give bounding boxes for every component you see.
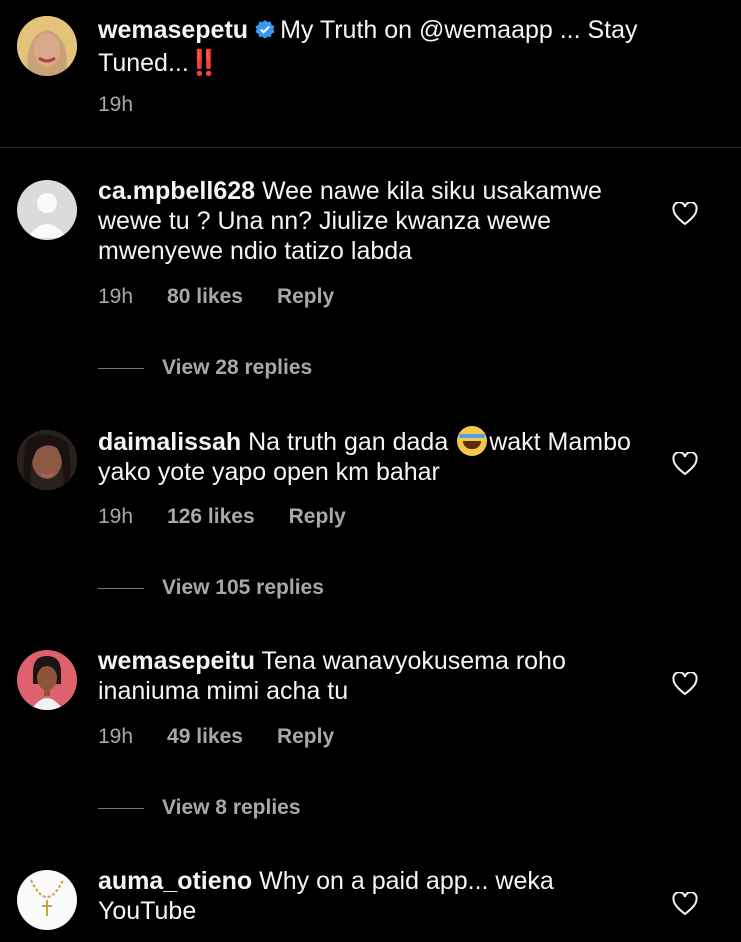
comment-avatar-wemasepeitu[interactable] [17, 650, 77, 710]
comment-username[interactable]: wemasepeitu [98, 647, 255, 675]
laughing-tears-emoji [457, 426, 488, 456]
comment-text-part1: Na truth gan dada [248, 428, 449, 456]
post-meta: 19h [98, 93, 167, 117]
view-replies-label: View 105 replies [162, 576, 324, 599]
likes-count[interactable]: 126 likes [167, 505, 255, 529]
comment-text-block: auma_otieno Why on a paid app... weka Yo… [98, 866, 658, 926]
comment-timestamp: 19h [98, 725, 134, 748]
comment-avatar-daima[interactable] [17, 430, 77, 490]
like-heart-icon[interactable] [672, 891, 698, 916]
divider [0, 147, 741, 148]
comment-username[interactable]: daimalissah [98, 428, 241, 456]
view-replies-button[interactable]: View 28 replies [98, 356, 312, 380]
post-author-username[interactable]: wemasepetu [98, 16, 248, 44]
like-heart-icon[interactable] [672, 451, 698, 476]
post-timestamp: 19h [98, 93, 134, 116]
comment-timestamp: 19h [98, 505, 134, 528]
like-heart-icon[interactable] [672, 201, 698, 226]
comment-text-block: daimalissah Na truth gan dada wakt Mambo… [98, 426, 658, 487]
comment-username[interactable]: auma_otieno [98, 867, 252, 895]
comment-text-block: wemasepeitu Tena wanavyokusema roho inan… [98, 646, 658, 706]
comment-avatar-camp[interactable] [17, 180, 77, 240]
view-replies-button[interactable]: View 8 replies [98, 796, 301, 820]
comment-meta: 19h 80 likes Reply [98, 285, 368, 309]
comment-username[interactable]: ca.mpbell628 [98, 177, 255, 205]
replies-line [98, 807, 144, 809]
reply-button[interactable]: Reply [289, 505, 346, 529]
post-author-avatar[interactable] [17, 16, 77, 76]
view-replies-label: View 28 replies [162, 356, 313, 379]
likes-count[interactable]: 80 likes [167, 285, 243, 309]
comment-avatar-auma[interactable] [17, 870, 77, 930]
replies-line [98, 587, 144, 589]
verified-badge-icon [254, 18, 276, 48]
view-replies-button[interactable]: View 105 replies [98, 576, 324, 600]
double-exclamation-emoji: ‼️ [188, 49, 220, 77]
reply-button[interactable]: Reply [277, 285, 334, 309]
reply-button[interactable]: Reply [277, 725, 334, 749]
post-caption: wemasepetu My Truth on @wemaapp ... Stay … [98, 15, 658, 78]
like-heart-icon[interactable] [672, 671, 698, 696]
replies-line [98, 367, 144, 369]
comment-timestamp: 19h [98, 285, 134, 308]
view-replies-label: View 8 replies [162, 796, 301, 819]
comment-text-block: ca.mpbell628 Wee nawe kila siku usakamwe… [98, 176, 658, 266]
likes-count[interactable]: 49 likes [167, 725, 243, 749]
comment-meta: 19h 126 likes Reply [98, 505, 380, 529]
comment-meta: 19h 49 likes Reply [98, 725, 368, 749]
